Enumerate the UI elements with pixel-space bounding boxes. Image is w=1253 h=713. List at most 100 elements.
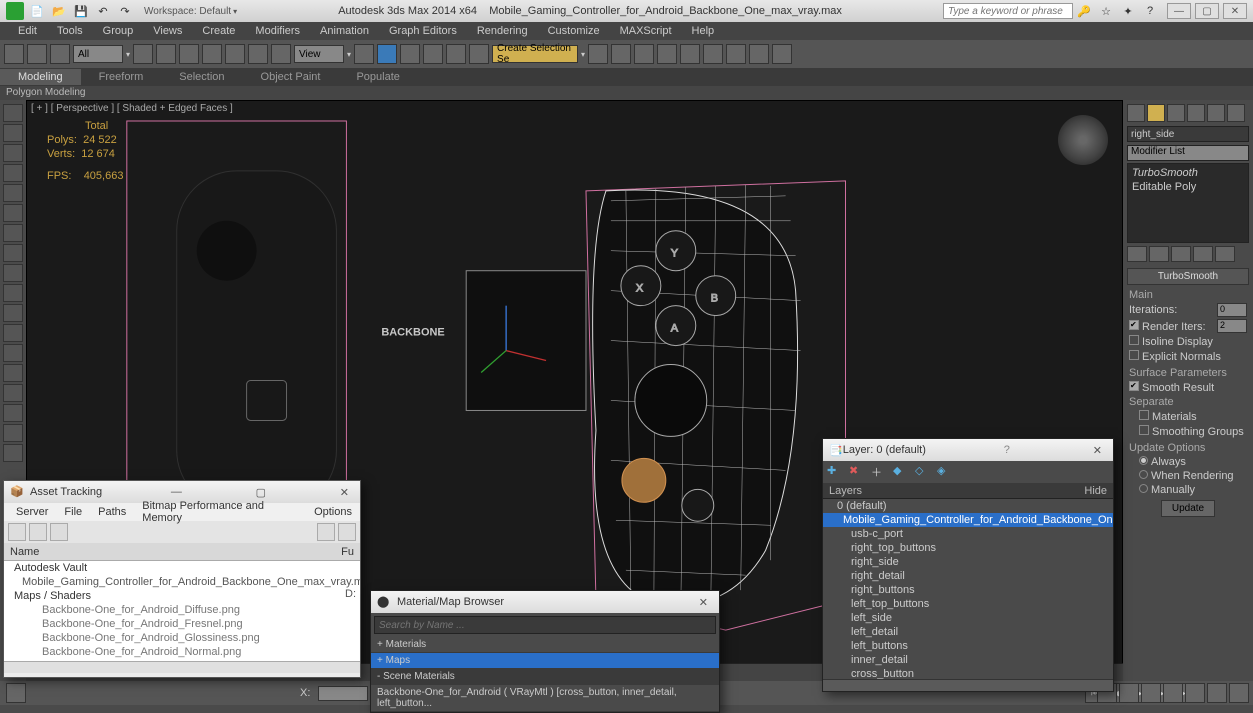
menu-modifiers[interactable]: Modifiers <box>245 23 310 39</box>
mat-row[interactable]: - Scene Materials <box>371 669 719 685</box>
menu-edit[interactable]: Edit <box>8 23 47 39</box>
named-selection-set[interactable]: Create Selection Se <box>492 45 578 63</box>
lt-btn-3[interactable] <box>3 144 23 162</box>
asset-row[interactable]: Backbone-One_for_Android_Fresnel.png <box>4 617 360 631</box>
minimize-button[interactable]: ― <box>1167 3 1191 19</box>
render-iters-spinner[interactable]: 2 <box>1217 319 1247 333</box>
asset-menu-options[interactable]: Options <box>306 506 360 518</box>
mat-close-btn[interactable]: ✕ <box>694 596 713 609</box>
layer-row[interactable]: 0 (default) <box>823 499 1113 513</box>
lt-btn-6[interactable] <box>3 204 23 222</box>
layer-tree[interactable]: 0 (default)Mobile_Gaming_Controller_for_… <box>823 499 1113 679</box>
asset-row[interactable]: Autodesk Vault <box>4 561 360 575</box>
angle-snap[interactable] <box>400 44 420 64</box>
object-name-field[interactable] <box>1127 126 1249 142</box>
nav-maximize[interactable] <box>1229 683 1249 703</box>
lt-btn-12[interactable] <box>3 324 23 342</box>
move-tool[interactable] <box>225 44 245 64</box>
mat-row[interactable]: + Maps <box>371 653 719 669</box>
layer-row[interactable]: right_top_buttons <box>823 541 1113 555</box>
sep-materials-check[interactable] <box>1139 410 1149 420</box>
stack-editable-poly[interactable]: Editable Poly <box>1130 180 1246 194</box>
layer-row[interactable]: Mobile_Gaming_Controller_for_Android_Bac… <box>823 513 1113 527</box>
remove-modifier[interactable] <box>1193 246 1213 262</box>
asset-row[interactable]: Mobile_Gaming_Controller_for_Android_Bac… <box>4 575 360 589</box>
rendered-frame[interactable] <box>749 44 769 64</box>
asset-menu-paths[interactable]: Paths <box>90 506 134 518</box>
lt-btn-1[interactable] <box>3 104 23 122</box>
lt-btn-14[interactable] <box>3 364 23 382</box>
asset-tb-5[interactable] <box>338 523 356 541</box>
new-icon[interactable]: 📄 <box>28 2 46 20</box>
link-tool[interactable] <box>4 44 24 64</box>
spinner-snap[interactable] <box>446 44 466 64</box>
render-production[interactable] <box>772 44 792 64</box>
cmd-motion-icon[interactable] <box>1187 104 1205 122</box>
workspace-dropdown[interactable]: Workspace: Default <box>144 6 231 17</box>
lt-btn-15[interactable] <box>3 384 23 402</box>
menu-animation[interactable]: Animation <box>310 23 379 39</box>
scale-tool[interactable] <box>271 44 291 64</box>
asset-max-btn[interactable]: ▢ <box>251 486 271 499</box>
layer-row[interactable]: left_top_buttons <box>823 597 1113 611</box>
cmd-utilities-icon[interactable] <box>1227 104 1245 122</box>
open-icon[interactable]: 📂 <box>50 2 68 20</box>
save-icon[interactable]: 💾 <box>72 2 90 20</box>
exchange-icon[interactable]: ✦ <box>1119 2 1137 20</box>
undo-icon[interactable]: ↶ <box>94 2 112 20</box>
cmd-hierarchy-icon[interactable] <box>1167 104 1185 122</box>
asset-tb-1[interactable] <box>8 523 26 541</box>
nav-orbit[interactable] <box>1207 683 1227 703</box>
infocenter-icon[interactable]: 🔑 <box>1075 2 1093 20</box>
select-tool[interactable] <box>133 44 153 64</box>
cmd-modify-icon[interactable] <box>1147 104 1165 122</box>
lt-btn-7[interactable] <box>3 224 23 242</box>
nav-pan[interactable] <box>1185 683 1205 703</box>
cmd-create-icon[interactable] <box>1127 104 1145 122</box>
asset-menu-server[interactable]: Server <box>8 506 56 518</box>
layer-row[interactable]: right_buttons <box>823 583 1113 597</box>
iterations-spinner[interactable]: 0 <box>1217 303 1247 317</box>
asset-row[interactable]: Backbone-One_for_Android_Normal.png <box>4 645 360 659</box>
opt-manually-radio[interactable] <box>1139 484 1148 493</box>
menu-grapheditors[interactable]: Graph Editors <box>379 23 467 39</box>
layer-row[interactable]: left_side <box>823 611 1113 625</box>
render-setup[interactable] <box>726 44 746 64</box>
selection-filter[interactable]: All <box>73 45 123 63</box>
asset-tb-2[interactable] <box>29 523 47 541</box>
ribbon-tab-selection[interactable]: Selection <box>161 69 242 85</box>
lt-btn-4[interactable] <box>3 164 23 182</box>
align-tool[interactable] <box>611 44 631 64</box>
ribbon-tab-objectpaint[interactable]: Object Paint <box>243 69 339 85</box>
layer-tb-add[interactable]: ＋ <box>871 464 887 480</box>
lt-btn-18[interactable] <box>3 444 23 462</box>
layer-hdr-layers[interactable]: Layers <box>829 485 1084 497</box>
sep-smoothing-check[interactable] <box>1139 425 1149 435</box>
help-search-input[interactable] <box>943 3 1073 19</box>
lt-btn-16[interactable] <box>3 404 23 422</box>
menu-create[interactable]: Create <box>192 23 245 39</box>
pin-stack[interactable] <box>1127 246 1147 262</box>
show-end-result[interactable] <box>1149 246 1169 262</box>
render-iters-check[interactable] <box>1129 320 1139 330</box>
material-editor[interactable] <box>703 44 723 64</box>
menu-group[interactable]: Group <box>93 23 144 39</box>
lt-btn-17[interactable] <box>3 424 23 442</box>
layer-row[interactable]: left_detail <box>823 625 1113 639</box>
rotate-tool[interactable] <box>248 44 268 64</box>
mat-row[interactable]: Backbone-One_for_Android ( VRayMtl ) [cr… <box>371 685 719 712</box>
menu-maxscript[interactable]: MAXScript <box>610 23 682 39</box>
layer-tb-hl[interactable]: ◇ <box>915 464 931 480</box>
asset-close-btn[interactable]: ✕ <box>335 486 354 499</box>
maximize-button[interactable]: ▢ <box>1195 3 1219 19</box>
layer-row[interactable]: left_buttons <box>823 639 1113 653</box>
ribbon-tab-populate[interactable]: Populate <box>338 69 417 85</box>
explicit-check[interactable] <box>1129 350 1139 360</box>
asset-menu-file[interactable]: File <box>56 506 90 518</box>
asset-menu-bitmap[interactable]: Bitmap Performance and Memory <box>134 500 306 524</box>
curve-editor[interactable] <box>657 44 677 64</box>
signin-icon[interactable]: ☆ <box>1097 2 1115 20</box>
layer-scrollbar[interactable] <box>823 679 1113 691</box>
ref-coord-system[interactable]: View <box>294 45 344 63</box>
nav-fov[interactable] <box>1163 683 1183 703</box>
